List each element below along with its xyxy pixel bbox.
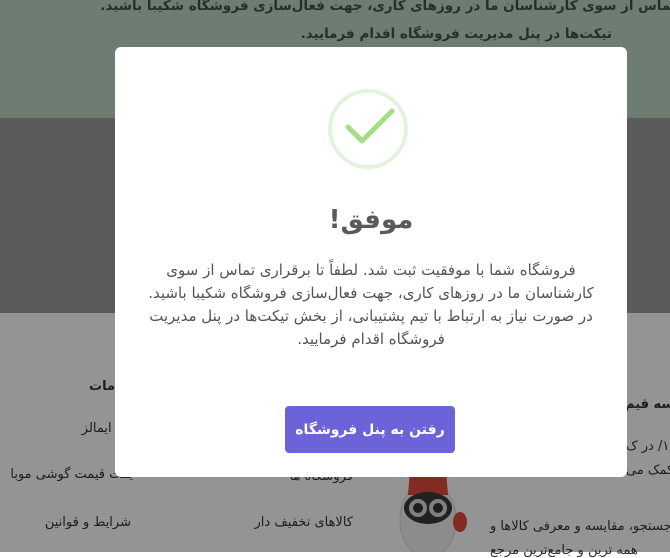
dialog-message-paragraph-1: فروشگاه شما با موفقیت ثبت شد. لطفاً تا ب… xyxy=(148,261,594,302)
checkmark-icon xyxy=(345,108,395,144)
dialog-message-paragraph-2: در صورت نیاز به ارتباط با تیم پشتیبانی، … xyxy=(149,307,593,348)
success-dialog: موفق! فروشگاه شما با موفقیت ثبت شد. لطفا… xyxy=(115,47,627,477)
go-to-store-panel-button[interactable]: رفتن به پنل فروشگاه xyxy=(285,406,455,453)
success-icon-circle xyxy=(328,89,408,169)
dialog-title: موفق! xyxy=(328,205,414,235)
dialog-message: فروشگاه شما با موفقیت ثبت شد. لطفاً تا ب… xyxy=(135,259,607,351)
